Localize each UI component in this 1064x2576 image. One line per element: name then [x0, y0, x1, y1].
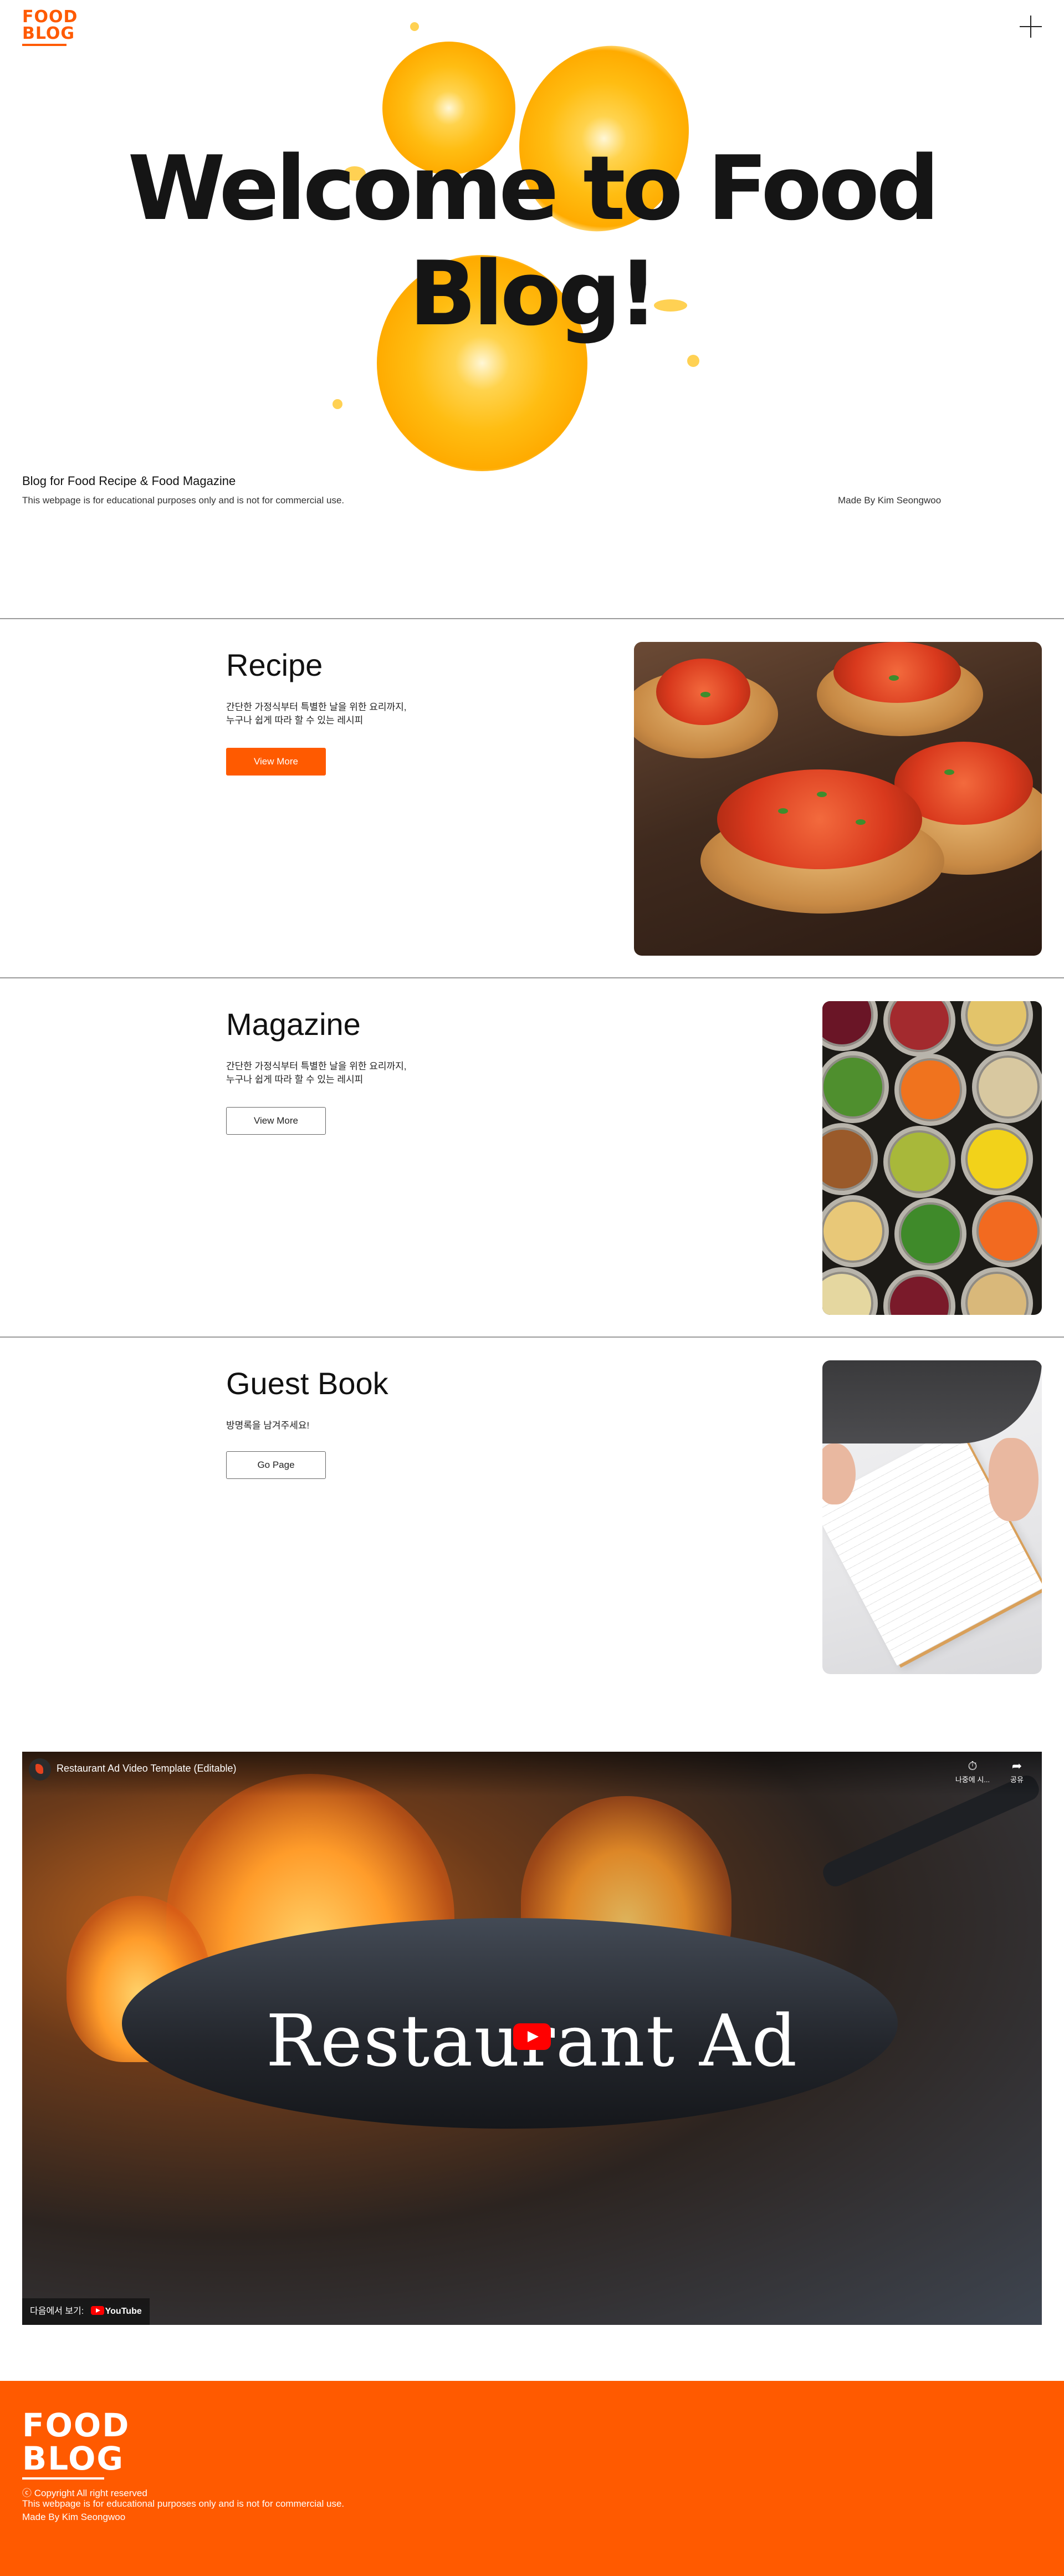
section-title-magazine: Magazine — [226, 1007, 361, 1042]
section-description-magazine: 간단한 가정식부터 특별한 날을 위한 요리까지, 누구나 쉽게 따라 할 수 … — [226, 1061, 407, 1085]
watch-later-button[interactable]: ⏱ 나중에 시... — [953, 1759, 992, 1784]
hero-subtitle: Blog for Food Recipe & Food Magazine — [22, 474, 236, 488]
footer-disclaimer: This webpage is for educational purposes… — [22, 2498, 345, 2509]
magazine-canned-food-image — [822, 1001, 1042, 1315]
youtube-video-embed[interactable]: Restaurant Ad Restaurant Ad Video Templa… — [22, 1752, 1042, 2325]
footer-logo-text-food: FOOD — [22, 2406, 130, 2444]
clock-icon: ⏱ — [968, 1759, 978, 1773]
recipe-view-more-button[interactable]: View More — [226, 748, 326, 776]
juice-splash — [410, 22, 419, 31]
section-title-guest-book: Guest Book — [226, 1366, 388, 1401]
share-button[interactable]: ➦ 공유 — [998, 1759, 1036, 1784]
juice-splash — [332, 399, 342, 409]
footer-copyright: ⓒ Copyright All right reserved — [22, 2488, 147, 2498]
section-title-recipe: Recipe — [226, 647, 323, 682]
magazine-view-more-button[interactable]: View More — [226, 1107, 326, 1135]
juice-splash — [687, 355, 699, 367]
youtube-logo: YouTube — [90, 2298, 142, 2325]
recipe-bruschetta-image — [634, 642, 1042, 956]
footer-logo[interactable]: FOOD BLOG — [22, 2406, 130, 2480]
footer-logo-underline — [22, 2477, 104, 2480]
share-label: 공유 — [1010, 1776, 1024, 1784]
youtube-play-icon — [90, 2306, 104, 2315]
watch-on-label: 다음에서 보기: — [30, 2307, 84, 2316]
youtube-wordmark: YouTube — [105, 2307, 142, 2316]
site-footer: FOOD BLOG ⓒ Copyright All right reserved… — [0, 2381, 1064, 2576]
hero-title: Welcome to Food Blog! — [127, 136, 939, 345]
play-icon[interactable] — [513, 2023, 551, 2050]
footer-logo-text-blog: BLOG — [22, 2440, 125, 2477]
hero-section: Welcome to Food Blog! Blog for Food Reci… — [0, 0, 1064, 577]
guest-book-notebook-image — [822, 1360, 1042, 1674]
section-description-recipe: 간단한 가정식부터 특별한 날을 위한 요리까지, 누구나 쉽게 따라 할 수 … — [226, 702, 407, 726]
watch-on-youtube-button[interactable]: 다음에서 보기: YouTube — [22, 2298, 150, 2325]
guest-book-go-page-button[interactable]: Go Page — [226, 1451, 326, 1479]
share-icon: ➦ — [1011, 1759, 1022, 1773]
video-title[interactable]: Restaurant Ad Video Template (Editable) — [57, 1763, 237, 1774]
hero-disclaimer: This webpage is for educational purposes… — [22, 495, 345, 506]
channel-avatar-icon[interactable] — [29, 1758, 51, 1781]
section-description-guest-book: 방명록을 남겨주세요! — [226, 1420, 310, 1431]
hero-made-by: Made By Kim Seongwoo — [838, 495, 942, 506]
watch-later-label: 나중에 시... — [955, 1776, 990, 1784]
footer-made-by: Made By Kim Seongwoo — [22, 2512, 126, 2522]
